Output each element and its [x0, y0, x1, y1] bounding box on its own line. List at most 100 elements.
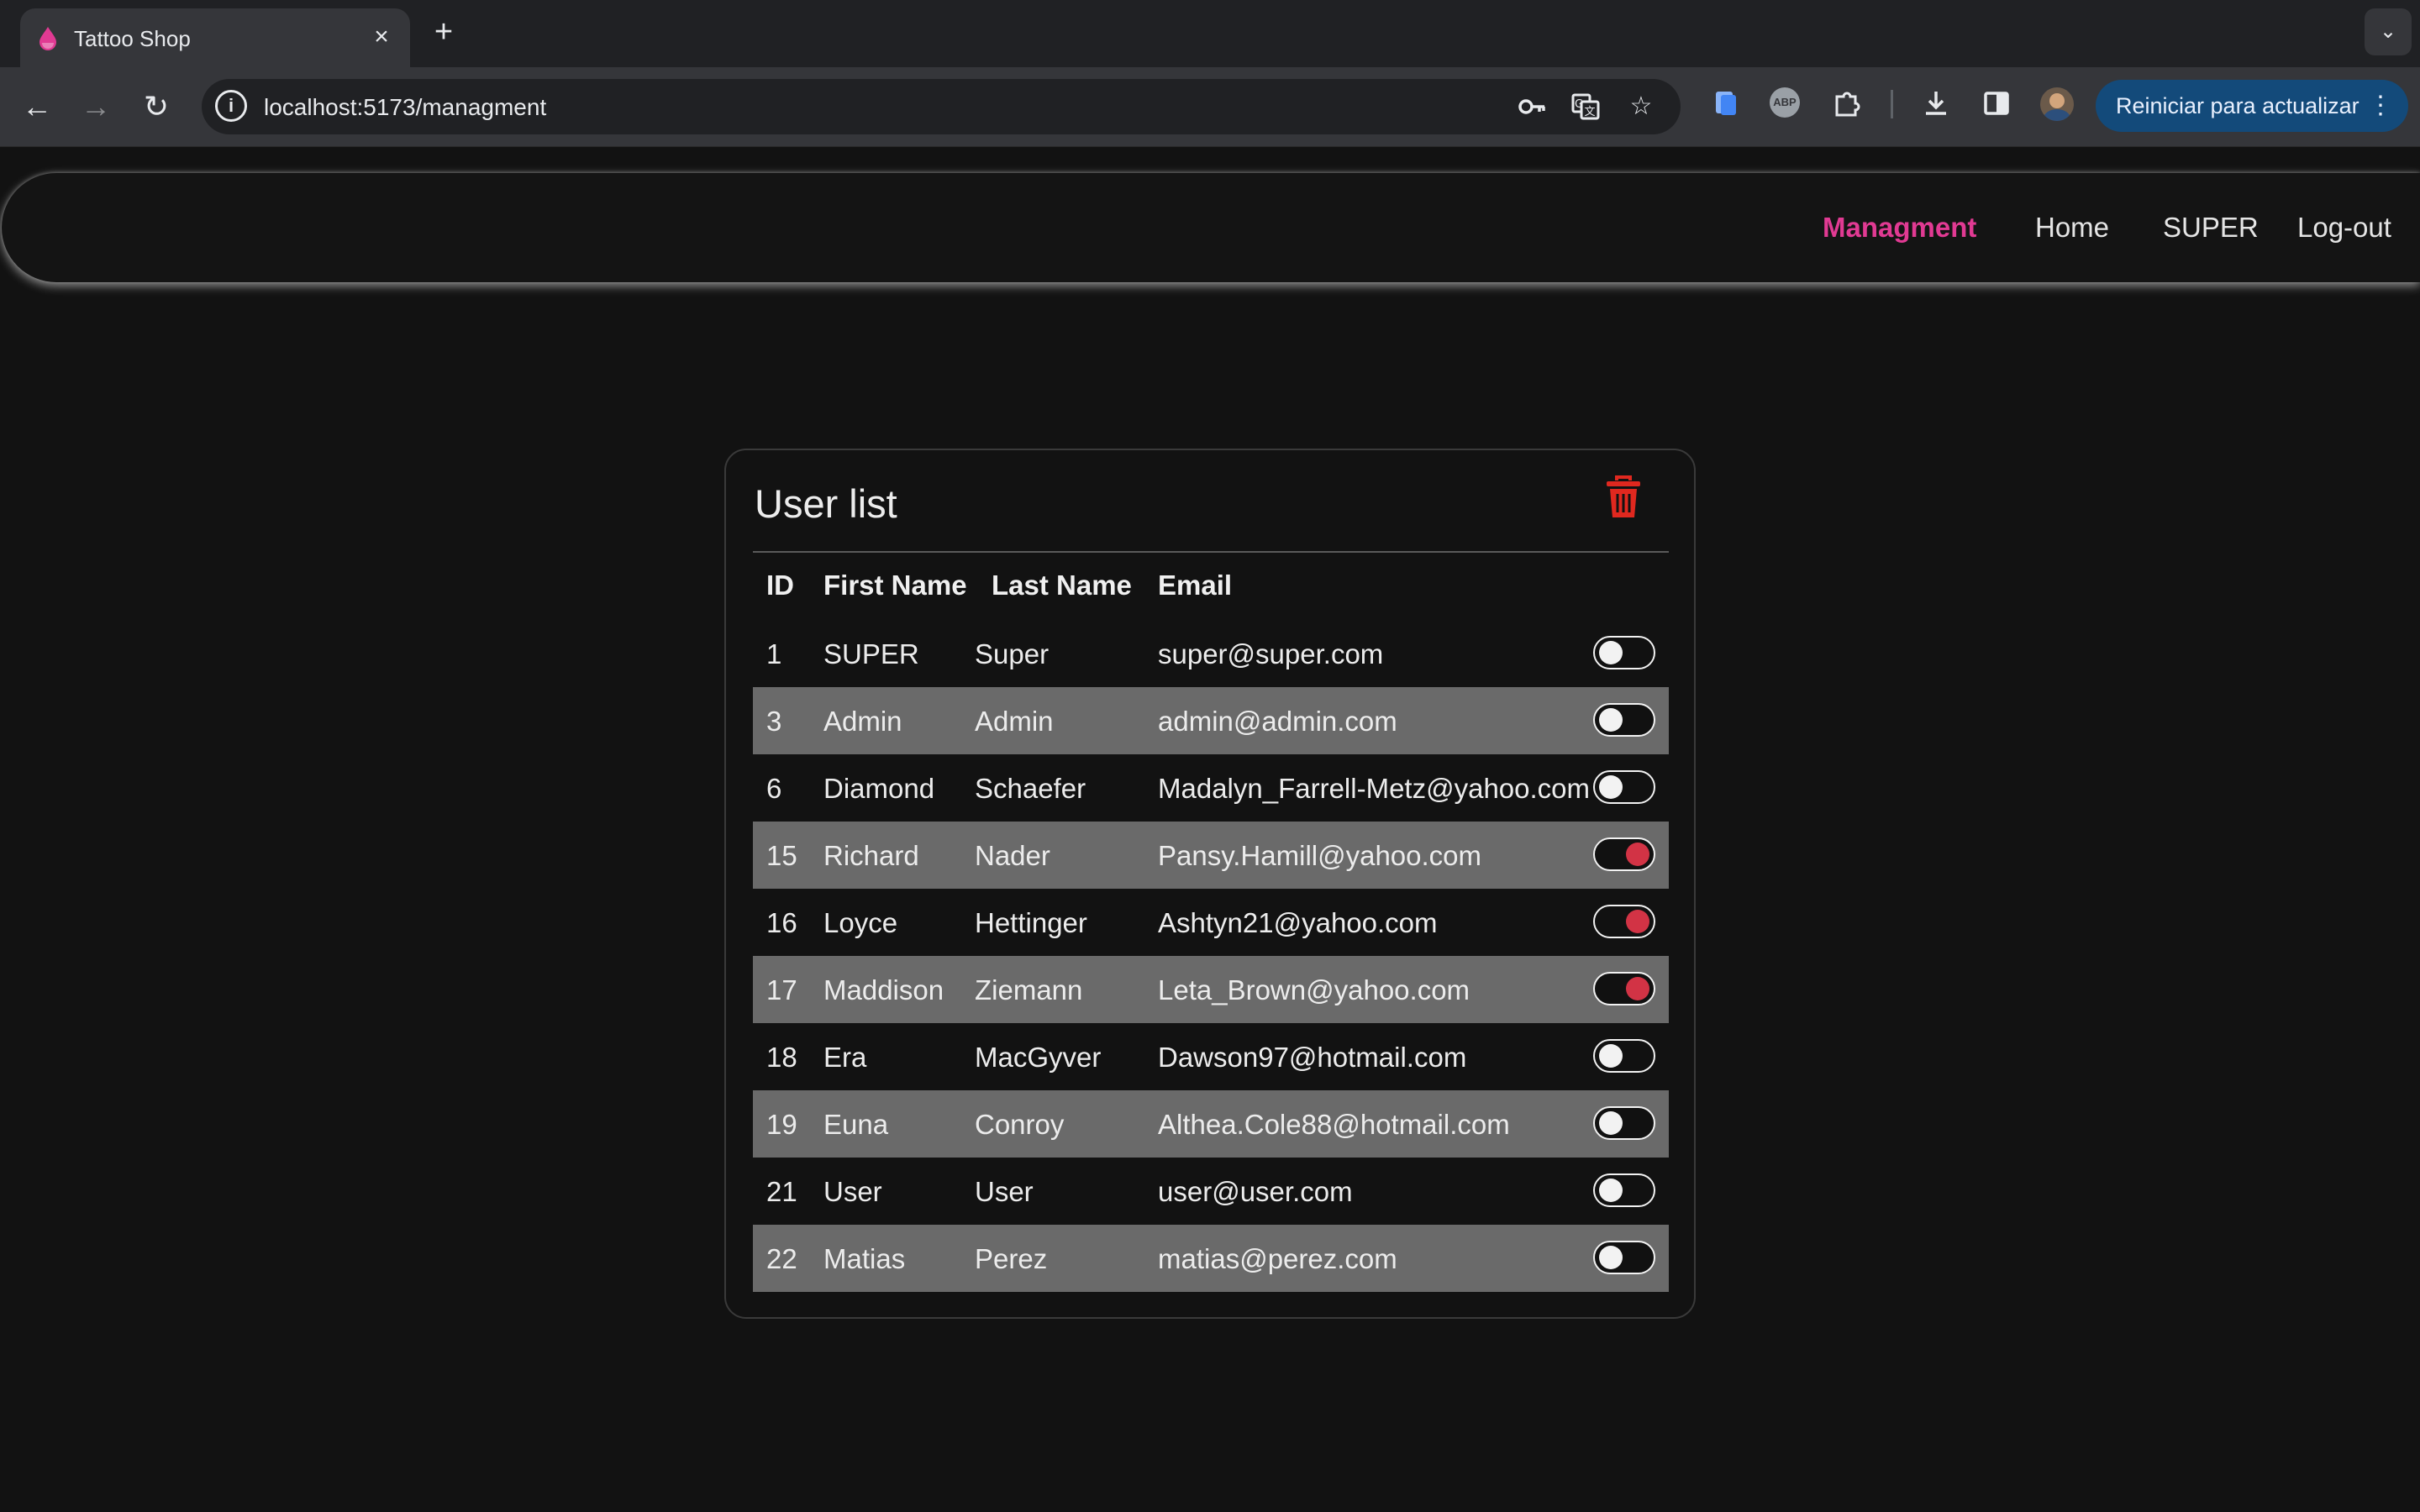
status-toggle[interactable] — [1593, 905, 1655, 938]
cell-email: user@user.com — [1158, 1176, 1353, 1207]
nav-link-managment[interactable]: Managment — [1823, 212, 1976, 244]
column-header-id: ID — [766, 570, 794, 601]
cell-email: Leta_Brown@yahoo.com — [1158, 974, 1470, 1005]
browser-tab[interactable]: Tattoo Shop × — [20, 8, 410, 67]
status-toggle[interactable] — [1593, 770, 1655, 804]
toggle-knob — [1599, 1246, 1623, 1269]
cell-first-name: Maddison — [823, 974, 944, 1005]
toggle-knob — [1599, 1044, 1623, 1068]
cell-last-name: Ziemann — [975, 974, 1083, 1005]
table-row: 15 Richard Nader Pansy.Hamill@yahoo.com — [753, 822, 1669, 889]
cell-last-name: Super — [975, 638, 1050, 669]
cell-id: 17 — [766, 974, 797, 1005]
toolbar-divider — [1891, 90, 1893, 118]
cell-email: Pansy.Hamill@yahoo.com — [1158, 840, 1482, 871]
cell-email: Althea.Cole88@hotmail.com — [1158, 1109, 1510, 1140]
nav-link-super[interactable]: SUPER — [2163, 212, 2259, 244]
cell-first-name: User — [823, 1176, 882, 1207]
download-icon[interactable] — [1919, 87, 1953, 120]
column-header-last-name: Last Name — [992, 570, 1132, 601]
cell-first-name: Diamond — [823, 773, 935, 804]
chevron-down-icon[interactable]: ⌄ — [2365, 8, 2412, 55]
site-info-icon[interactable]: i — [215, 90, 247, 122]
table-row: 16 Loyce Hettinger Ashtyn21@yahoo.com — [753, 889, 1669, 956]
address-bar[interactable]: i localhost:5173/managment 文 G ☆ — [202, 79, 1681, 134]
status-toggle[interactable] — [1593, 1039, 1655, 1073]
extension-docs-icon[interactable] — [1709, 87, 1743, 120]
toggle-knob — [1599, 775, 1623, 799]
translate-icon[interactable]: 文 G — [1570, 91, 1602, 123]
cell-first-name: Admin — [823, 706, 902, 737]
nav-link-home[interactable]: Home — [2035, 212, 2109, 244]
cell-email: Ashtyn21@yahoo.com — [1158, 907, 1438, 938]
card-title: User list — [755, 481, 897, 526]
status-toggle[interactable] — [1593, 972, 1655, 1005]
cell-last-name: Schaefer — [975, 773, 1086, 804]
cell-id: 15 — [766, 840, 797, 871]
key-icon[interactable] — [1516, 91, 1548, 123]
column-header-first-name: First Name — [823, 570, 967, 601]
title-divider — [753, 551, 1669, 553]
status-toggle[interactable] — [1593, 1241, 1655, 1274]
cell-email: matias@perez.com — [1158, 1243, 1397, 1274]
table-row: 3 Admin Admin admin@admin.com — [753, 687, 1669, 754]
adblock-plus-icon[interactable]: ABP — [1770, 87, 1800, 118]
toggle-knob — [1626, 910, 1649, 933]
cell-id: 6 — [766, 773, 782, 804]
toggle-knob — [1599, 708, 1623, 732]
cell-id: 1 — [766, 638, 782, 669]
table-row: 6 Diamond Schaefer Madalyn_Farrell-Metz@yah… — [753, 754, 1669, 822]
table-row: 22 Matias Perez matias@perez.com — [753, 1225, 1669, 1292]
cell-last-name: Hettinger — [975, 907, 1087, 938]
trash-icon[interactable] — [1605, 475, 1642, 519]
user-list-card: User list ID First Name Last Name Email … — [724, 449, 1696, 1319]
cell-first-name: Loyce — [823, 907, 898, 938]
back-icon[interactable]: ← — [17, 87, 57, 127]
bookmark-star-icon[interactable]: ☆ — [1625, 91, 1657, 123]
cell-email: Dawson97@hotmail.com — [1158, 1042, 1467, 1073]
forward-icon[interactable]: → — [76, 87, 116, 127]
toggle-knob — [1599, 641, 1623, 664]
toggle-knob — [1626, 977, 1649, 1000]
side-panel-icon[interactable] — [1980, 87, 2013, 120]
url-text: localhost:5173/managment — [264, 94, 547, 120]
close-tab-icon[interactable]: × — [365, 20, 398, 54]
cell-last-name: Perez — [975, 1243, 1048, 1274]
reload-icon[interactable]: ↻ — [136, 87, 176, 127]
table-row: 17 Maddison Ziemann Leta_Brown@yahoo.com — [753, 956, 1669, 1023]
column-header-email: Email — [1158, 570, 1233, 601]
new-tab-icon[interactable]: + — [427, 15, 460, 49]
update-button-label: Reiniciar para actualizar — [2116, 93, 2360, 118]
cell-email: Madalyn_Farrell-Metz@yahoo.com — [1158, 773, 1591, 804]
browser-tab-strip: Tattoo Shop × + ⌄ — [0, 0, 2420, 67]
cell-last-name: MacGyver — [975, 1042, 1102, 1073]
cell-id: 22 — [766, 1243, 797, 1274]
cell-last-name: Admin — [975, 706, 1054, 737]
nav-link-logout[interactable]: Log-out — [2297, 212, 2391, 244]
table-row: 18 Era MacGyver Dawson97@hotmail.com — [753, 1023, 1669, 1090]
status-toggle[interactable] — [1593, 1173, 1655, 1207]
svg-text:G: G — [1575, 98, 1583, 111]
cell-id: 18 — [766, 1042, 797, 1073]
cell-first-name: SUPER — [823, 638, 919, 669]
update-chrome-button[interactable]: Reiniciar para actualizar ⋮ — [2096, 80, 2408, 132]
status-toggle[interactable] — [1593, 636, 1655, 669]
app-navbar: Managment Home SUPER Log-out — [2, 173, 2420, 282]
toggle-knob — [1599, 1179, 1623, 1202]
cell-first-name: Euna — [823, 1109, 889, 1140]
browser-toolbar: ← → ↻ i localhost:5173/managment 文 G ☆ A… — [0, 67, 2420, 147]
extensions-puzzle-icon[interactable] — [1830, 87, 1864, 120]
status-toggle[interactable] — [1593, 837, 1655, 871]
more-options-icon[interactable]: ⋮ — [2368, 80, 2393, 132]
toggle-knob — [1626, 843, 1649, 866]
ink-drop-icon — [39, 27, 56, 50]
profile-avatar[interactable] — [2040, 87, 2074, 121]
cell-first-name: Era — [823, 1042, 867, 1073]
cell-id: 21 — [766, 1176, 797, 1207]
cell-last-name: Nader — [975, 840, 1050, 871]
status-toggle[interactable] — [1593, 1106, 1655, 1140]
status-toggle[interactable] — [1593, 703, 1655, 737]
cell-id: 3 — [766, 706, 782, 737]
cell-first-name: Matias — [823, 1243, 906, 1274]
cell-first-name: Richard — [823, 840, 919, 871]
